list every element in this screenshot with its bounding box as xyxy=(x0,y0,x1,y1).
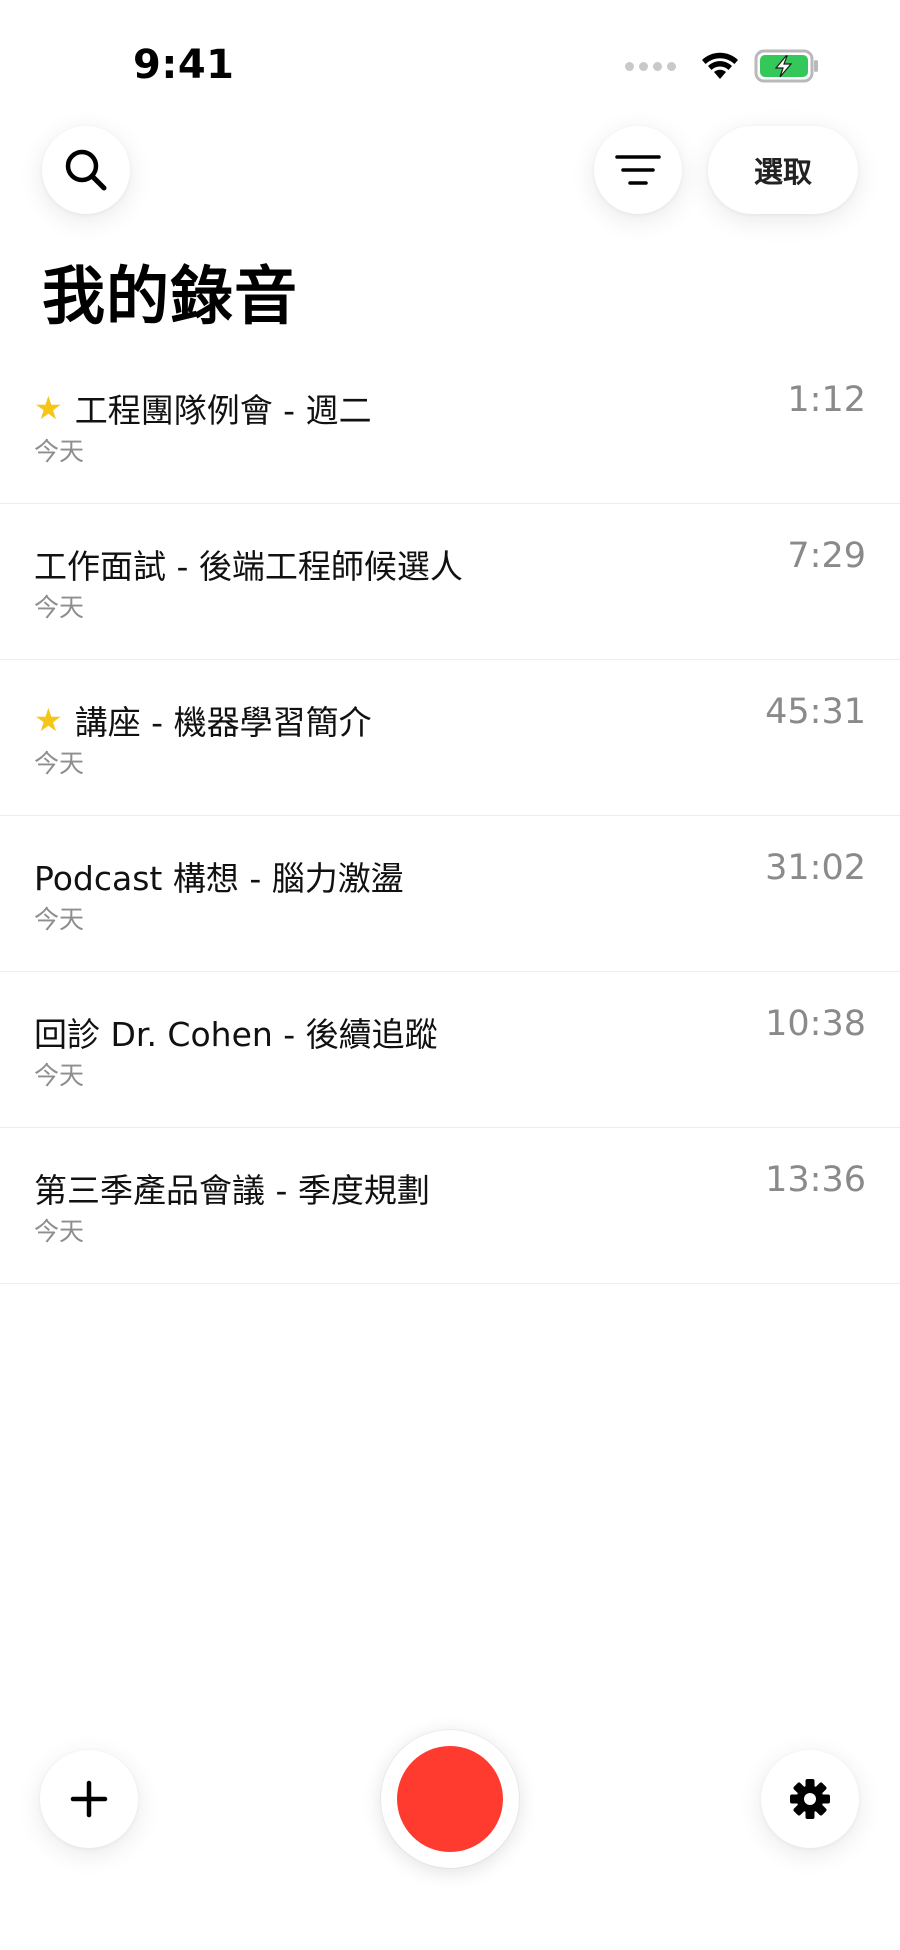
search-icon xyxy=(65,149,107,191)
recordings-list: ★ 工程團隊例會 - 週二 今天 1:12 工作面試 - 後端工程師候選人 今天… xyxy=(0,348,900,1284)
recording-duration: 31:02 xyxy=(765,848,866,888)
recording-duration: 13:36 xyxy=(765,1160,866,1200)
select-button-label: 選取 xyxy=(753,155,812,189)
gear-icon xyxy=(790,1779,830,1819)
filter-icon xyxy=(615,155,661,185)
star-icon: ★ xyxy=(34,701,63,739)
search-button[interactable] xyxy=(42,126,130,214)
recording-title: Podcast 構想 - 腦力激盪 xyxy=(34,859,404,898)
recording-title: 講座 - 機器學習簡介 xyxy=(74,703,372,742)
recording-duration: 45:31 xyxy=(765,692,866,732)
recording-date: 今天 xyxy=(34,1061,85,1090)
status-icons xyxy=(625,48,820,84)
settings-button[interactable] xyxy=(761,1750,859,1848)
recording-title: 第三季產品會議 - 季度規劃 xyxy=(34,1171,430,1210)
record-icon xyxy=(397,1746,503,1852)
recording-row[interactable]: 回診 Dr. Cohen - 後續追蹤 今天 10:38 xyxy=(0,972,900,1128)
select-button[interactable]: 選取 xyxy=(708,126,858,214)
recording-title: 工程團隊例會 - 週二 xyxy=(74,391,372,430)
wifi-icon xyxy=(702,52,738,79)
recording-date: 今天 xyxy=(34,1217,85,1246)
page-title: 我的錄音 xyxy=(42,260,298,333)
recording-duration: 1:12 xyxy=(787,380,866,420)
recording-date: 今天 xyxy=(34,593,85,622)
battery-charging-icon xyxy=(754,49,818,83)
recording-date: 今天 xyxy=(34,905,85,934)
filter-button[interactable] xyxy=(594,126,682,214)
record-button[interactable] xyxy=(381,1730,519,1868)
recording-title: 工作面試 - 後端工程師候選人 xyxy=(34,547,463,586)
recording-duration: 7:29 xyxy=(787,536,866,576)
recording-title: 回診 Dr. Cohen - 後續追蹤 xyxy=(34,1015,438,1054)
add-button[interactable] xyxy=(40,1750,138,1848)
plus-icon xyxy=(70,1780,108,1818)
recording-row[interactable]: ★ 講座 - 機器學習簡介 今天 45:31 xyxy=(0,660,900,816)
cellular-signal-icon xyxy=(625,61,676,71)
recording-date: 今天 xyxy=(34,749,85,778)
recording-date: 今天 xyxy=(34,437,85,466)
star-icon: ★ xyxy=(34,389,63,427)
recording-row[interactable]: Podcast 構想 - 腦力激盪 今天 31:02 xyxy=(0,816,900,972)
status-bar: 9:41 xyxy=(0,0,900,120)
recording-duration: 10:38 xyxy=(765,1004,866,1044)
recording-row[interactable]: ★ 工程團隊例會 - 週二 今天 1:12 xyxy=(0,348,900,504)
status-time: 9:41 xyxy=(133,42,235,88)
recording-row[interactable]: 第三季產品會議 - 季度規劃 今天 13:36 xyxy=(0,1128,900,1284)
recording-row[interactable]: 工作面試 - 後端工程師候選人 今天 7:29 xyxy=(0,504,900,660)
